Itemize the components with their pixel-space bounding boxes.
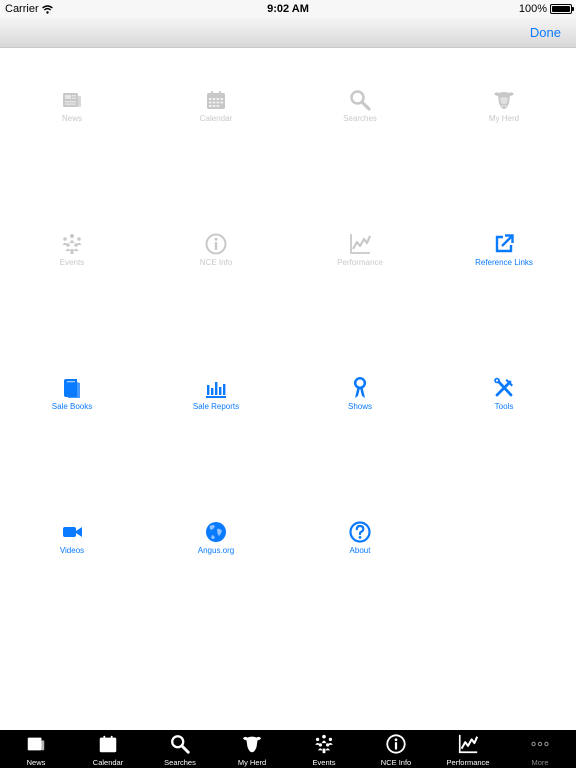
- grid-item-label: About: [349, 546, 371, 555]
- tab-label: Events: [312, 758, 336, 767]
- status-bar: Carrier 9:02 AM 100%: [0, 0, 576, 18]
- external-link-icon: [492, 232, 516, 256]
- grid-item-label: Angus.org: [197, 546, 235, 555]
- bar-chart-icon: [204, 376, 228, 400]
- grid-item-news: News: [0, 88, 144, 128]
- tab-more[interactable]: More: [504, 730, 576, 768]
- grid-item-label: Sale Reports: [192, 402, 240, 411]
- grid-item-label: Events: [59, 258, 85, 267]
- people-group-icon: [60, 232, 84, 256]
- grid-item-nce-info: NCE Info: [144, 232, 288, 272]
- grid-item-about[interactable]: About: [288, 520, 432, 560]
- grid-item-label: Reference Links: [475, 258, 533, 267]
- tab-label: More: [531, 758, 549, 767]
- grid-item-sale-reports[interactable]: Sale Reports: [144, 376, 288, 416]
- tools-icon: [492, 376, 516, 400]
- grid-item-label: Calendar: [199, 114, 233, 123]
- cow-head-icon: [241, 733, 263, 755]
- newspaper-icon: [25, 733, 47, 755]
- question-circle-icon: [348, 520, 372, 544]
- people-group-icon: [313, 733, 335, 755]
- globe-icon: [204, 520, 228, 544]
- tab-nce-info[interactable]: NCE Info: [360, 730, 432, 768]
- carrier-label: Carrier: [5, 3, 39, 15]
- info-circle-icon: [385, 733, 407, 755]
- carrier-group: Carrier: [5, 3, 53, 15]
- tab-label: Calendar: [92, 758, 124, 767]
- battery-percent: 100%: [518, 3, 547, 15]
- grid-item-label: Sale Books: [51, 402, 93, 411]
- grid-item-label: Searches: [343, 114, 377, 123]
- grid-item-my-herd: My Herd: [432, 88, 576, 128]
- grid-item-performance: Performance: [288, 232, 432, 272]
- calendar-icon: [204, 88, 228, 112]
- ribbon-icon: [348, 376, 372, 400]
- grid-item-label: Videos: [59, 546, 85, 555]
- tab-label: Searches: [164, 758, 196, 767]
- grid-item-label: My Herd: [488, 114, 520, 123]
- grid-item-label: Tools: [494, 402, 514, 411]
- tab-bar: News Calendar Searches My Herd Events NCE Inf…: [0, 730, 576, 768]
- grid-item-label: Shows: [347, 402, 372, 411]
- newspaper-icon: [60, 88, 84, 112]
- battery-icon: [550, 4, 574, 14]
- book-icon: [60, 376, 84, 400]
- tab-label: NCE Info: [380, 758, 412, 767]
- tab-label: News: [26, 758, 46, 767]
- grid-item-events: Events: [0, 232, 144, 272]
- grid-item-angus-org[interactable]: Angus.org: [144, 520, 288, 560]
- tab-label: My Herd: [237, 758, 267, 767]
- tab-label: Performance: [446, 758, 490, 767]
- tab-searches[interactable]: Searches: [144, 730, 216, 768]
- wifi-icon: [41, 4, 53, 14]
- more-dots-icon: [529, 733, 551, 755]
- calendar-icon: [97, 733, 119, 755]
- magnifier-icon: [169, 733, 191, 755]
- nav-bar: Done: [0, 18, 576, 48]
- grid-item-label: News: [61, 114, 82, 123]
- grid-item-sale-books[interactable]: Sale Books: [0, 376, 144, 416]
- tab-news[interactable]: News: [0, 730, 72, 768]
- tab-my-herd[interactable]: My Herd: [216, 730, 288, 768]
- grid-item-searches: Searches: [288, 88, 432, 128]
- tab-events[interactable]: Events: [288, 730, 360, 768]
- battery-group: 100%: [518, 3, 574, 15]
- line-chart-icon: [348, 232, 372, 256]
- grid-item-shows[interactable]: Shows: [288, 376, 432, 416]
- done-button[interactable]: Done: [530, 25, 561, 40]
- magnifier-icon: [348, 88, 372, 112]
- grid-item-calendar: Calendar: [144, 88, 288, 128]
- grid-item-videos[interactable]: Videos: [0, 520, 144, 560]
- status-time: 9:02 AM: [267, 3, 309, 15]
- cow-head-icon: [492, 88, 516, 112]
- grid-item-label: Performance: [337, 258, 383, 267]
- tab-performance[interactable]: Performance: [432, 730, 504, 768]
- video-camera-icon: [60, 520, 84, 544]
- tab-calendar[interactable]: Calendar: [72, 730, 144, 768]
- battery-fill: [552, 6, 570, 12]
- grid-item-reference-links[interactable]: Reference Links: [432, 232, 576, 272]
- more-grid: News Calendar Searches My Herd Events NCE Inf…: [0, 48, 576, 730]
- line-chart-icon: [457, 733, 479, 755]
- grid-item-label: NCE Info: [199, 258, 233, 267]
- info-circle-icon: [204, 232, 228, 256]
- grid-item-tools[interactable]: Tools: [432, 376, 576, 416]
